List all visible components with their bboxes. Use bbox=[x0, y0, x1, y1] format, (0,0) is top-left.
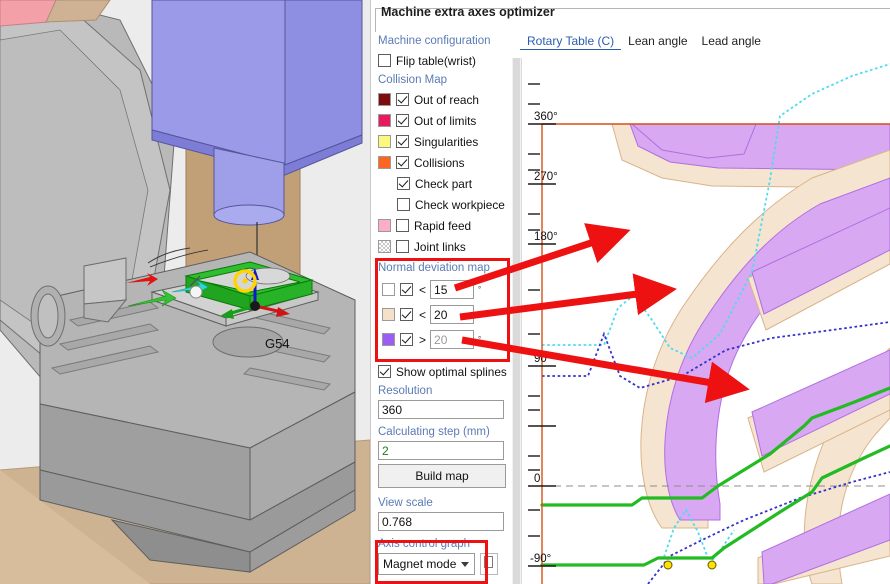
tab-lean-angle[interactable]: Lean angle bbox=[621, 32, 694, 49]
chevron-down-icon bbox=[461, 562, 469, 567]
singularities-color-swatch[interactable] bbox=[378, 135, 391, 148]
y-tick-label-0: 0 bbox=[534, 473, 540, 485]
joint-links-label: Joint links bbox=[414, 240, 466, 254]
deviation-1-operator: < bbox=[419, 283, 426, 297]
collision-item-collisions[interactable]: Collisions bbox=[375, 152, 510, 173]
tab-rotary-table[interactable]: Rotary Table (C) bbox=[520, 32, 621, 50]
dialog-title: Machine extra axes optimizer bbox=[381, 5, 555, 19]
joint-links-checkbox[interactable] bbox=[396, 240, 409, 253]
collision-item-singularities[interactable]: Singularities bbox=[375, 131, 510, 152]
collision-item-out-of-limits[interactable]: Out of limits bbox=[375, 110, 510, 131]
check-workpiece-label: Check workpiece bbox=[415, 198, 505, 212]
calculating-step-input[interactable]: 2 bbox=[378, 441, 504, 460]
build-map-button[interactable]: Build map bbox=[378, 464, 506, 488]
deviation-3-unit: ° bbox=[478, 335, 481, 344]
y-tick-label-270: 270° bbox=[534, 171, 558, 183]
show-optimal-splines-label: Show optimal splines bbox=[396, 365, 507, 379]
view-scale-input[interactable]: 0.768 bbox=[378, 512, 504, 531]
normal-deviation-map-group: Normal deviation map < 15 ° < 20 ° > 20 … bbox=[378, 261, 508, 352]
tab-lead-angle[interactable]: Lead angle bbox=[695, 32, 768, 49]
deviation-3-input[interactable]: 20 bbox=[430, 330, 474, 349]
y-tick-label-90: 90° bbox=[534, 353, 551, 365]
check-part-label: Check part bbox=[415, 177, 472, 191]
collision-item-rapid-feed[interactable]: Rapid feed bbox=[375, 215, 510, 236]
show-optimal-splines-row[interactable]: Show optimal splines bbox=[375, 361, 510, 382]
axis-control-graph-label: Axis control graph bbox=[378, 537, 510, 552]
out-of-reach-label: Out of reach bbox=[414, 93, 479, 107]
machine-3d-viewport[interactable]: G54 bbox=[0, 0, 370, 584]
y-tick-label-360: 360° bbox=[534, 111, 558, 123]
collision-map-label: Collision Map bbox=[378, 73, 510, 88]
singularities-label: Singularities bbox=[414, 135, 478, 149]
show-optimal-splines-checkbox[interactable] bbox=[378, 365, 391, 378]
axis-control-mode-value: Magnet mode bbox=[383, 557, 461, 571]
y-tick-label-n90: -90° bbox=[530, 553, 551, 565]
machine-configuration-label: Machine configuration bbox=[378, 34, 510, 49]
deviation-1-checkbox[interactable] bbox=[400, 283, 413, 296]
normal-deviation-row-1[interactable]: < 15 ° bbox=[378, 277, 508, 302]
deviation-1-input[interactable]: 15 bbox=[430, 280, 474, 299]
check-workpiece-checkbox[interactable] bbox=[397, 198, 410, 211]
rapid-feed-checkbox[interactable] bbox=[396, 219, 409, 232]
deviation-3-operator: > bbox=[419, 333, 426, 347]
y-tick-label-180: 180° bbox=[534, 231, 558, 243]
normal-deviation-map-label: Normal deviation map bbox=[378, 261, 508, 276]
graph-scrollbar[interactable] bbox=[512, 58, 522, 584]
flip-table-row[interactable]: Flip table(wrist) bbox=[375, 50, 510, 71]
calculating-step-label: Calculating step (mm) bbox=[378, 425, 510, 440]
resolution-input[interactable]: 360 bbox=[378, 400, 504, 419]
collisions-checkbox[interactable] bbox=[396, 156, 409, 169]
out-of-limits-color-swatch[interactable] bbox=[378, 114, 391, 127]
view-scale-label: View scale bbox=[378, 496, 510, 511]
deviation-2-input[interactable]: 20 bbox=[430, 305, 474, 324]
rotary-table-graph[interactable]: 360° 270° 180° 90° 0 -90° -180° bbox=[512, 58, 890, 584]
rapid-feed-color-swatch[interactable] bbox=[378, 219, 391, 232]
deviation-2-color-swatch[interactable] bbox=[382, 308, 395, 321]
axis-control-mode-select[interactable]: Magnet mode bbox=[378, 553, 475, 575]
deviation-3-checkbox[interactable] bbox=[400, 333, 413, 346]
rapid-feed-label: Rapid feed bbox=[414, 219, 471, 233]
normal-deviation-row-2[interactable]: < 20 ° bbox=[378, 302, 508, 327]
deviation-2-checkbox[interactable] bbox=[400, 308, 413, 321]
collision-item-check-workpiece[interactable]: Check workpiece bbox=[375, 194, 510, 215]
deviation-1-unit: ° bbox=[478, 285, 481, 294]
collision-item-check-part[interactable]: Check part bbox=[375, 173, 510, 194]
resolution-label: Resolution bbox=[378, 384, 510, 399]
check-part-checkbox[interactable] bbox=[397, 177, 410, 190]
deviation-1-color-swatch[interactable] bbox=[382, 283, 395, 296]
collisions-label: Collisions bbox=[414, 156, 464, 170]
machine-3d-scene: G54 bbox=[0, 0, 370, 584]
flip-table-checkbox[interactable] bbox=[378, 54, 391, 67]
normal-deviation-row-3[interactable]: > 20 ° bbox=[378, 327, 508, 352]
out-of-reach-checkbox[interactable] bbox=[396, 93, 409, 106]
deviation-2-operator: < bbox=[419, 308, 426, 322]
flip-table-label: Flip table(wrist) bbox=[396, 54, 476, 68]
origin-label: G54 bbox=[265, 336, 290, 351]
graph-scrollbar-thumb[interactable] bbox=[513, 58, 520, 584]
deviation-3-color-swatch[interactable] bbox=[382, 333, 395, 346]
collisions-color-swatch[interactable] bbox=[378, 156, 391, 169]
deviation-2-unit: ° bbox=[478, 310, 481, 319]
graph-canvas: 360° 270° 180° 90° 0 -90° -180° bbox=[512, 58, 890, 584]
out-of-limits-label: Out of limits bbox=[414, 114, 476, 128]
chart-tabs: Rotary Table (C) Lean angle Lead angle bbox=[512, 32, 890, 58]
joint-links-color-swatch[interactable] bbox=[378, 240, 391, 253]
collision-item-out-of-reach[interactable]: Out of reach bbox=[375, 89, 510, 110]
collision-item-joint-links[interactable]: Joint links bbox=[375, 236, 510, 257]
out-of-reach-color-swatch[interactable] bbox=[378, 93, 391, 106]
out-of-limits-checkbox[interactable] bbox=[396, 114, 409, 127]
singularities-checkbox[interactable] bbox=[396, 135, 409, 148]
document-icon-button[interactable] bbox=[480, 553, 498, 575]
